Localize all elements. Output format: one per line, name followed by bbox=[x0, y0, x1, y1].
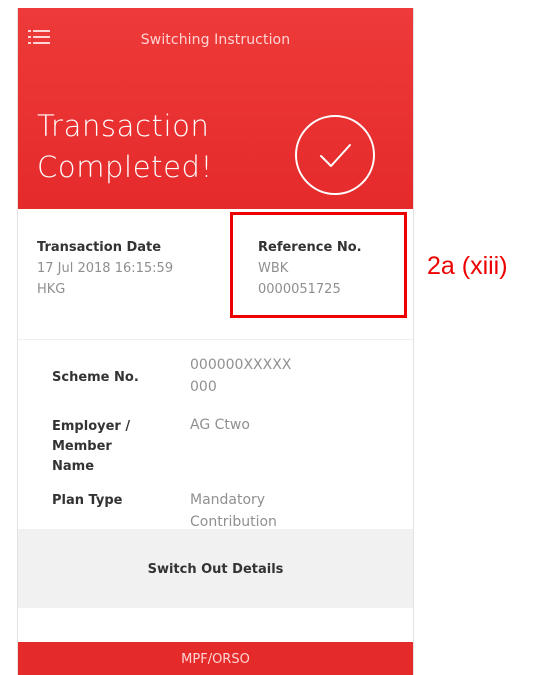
reference-highlight-box bbox=[230, 212, 407, 318]
annotation-label: 2a (xiii) bbox=[427, 252, 508, 280]
employer-label-line-1: Employer / bbox=[52, 419, 131, 434]
app-screen: Switching Instruction Transaction Comple… bbox=[17, 8, 414, 675]
mpf-orso-tab[interactable]: MPF/ORSO bbox=[18, 642, 413, 675]
transaction-date-line-2: HKG bbox=[37, 282, 66, 297]
employer-label-line-2: Member bbox=[52, 439, 112, 454]
scheme-no-line-1: 000000XXXXX bbox=[190, 357, 292, 373]
employer-label-line-3: Name bbox=[52, 459, 95, 474]
checkmark-circle-icon bbox=[295, 115, 375, 195]
plan-type-value: Mandatory Contribution bbox=[190, 489, 390, 533]
plan-type-label: Plan Type bbox=[52, 493, 123, 508]
status-line-2: Completed! bbox=[37, 150, 213, 184]
scheme-no-value: 000000XXXXX 000 bbox=[190, 354, 390, 398]
transaction-status: Transaction Completed! bbox=[37, 106, 213, 188]
transaction-date-value: 17 Jul 2018 16:15:59 HKG bbox=[37, 258, 173, 300]
scheme-no-label: Scheme No. bbox=[52, 370, 139, 385]
switch-out-details-button[interactable]: Switch Out Details bbox=[18, 529, 413, 609]
employer-member-name-label: Employer / Member Name bbox=[52, 417, 162, 477]
transaction-date-label: Transaction Date bbox=[37, 240, 162, 255]
header-banner: Switching Instruction Transaction Comple… bbox=[18, 8, 413, 209]
employer-member-name-value: AG Ctwo bbox=[190, 417, 250, 433]
transaction-date-line-1: 17 Jul 2018 16:15:59 bbox=[37, 261, 174, 276]
page-title: Switching Instruction bbox=[140, 32, 291, 48]
plan-type-line-1: Mandatory bbox=[190, 492, 266, 508]
scheme-no-line-2: 000 bbox=[190, 379, 217, 395]
scheme-details: Scheme No. 000000XXXXX 000 Employer / Me… bbox=[18, 339, 413, 530]
status-line-1: Transaction bbox=[37, 109, 210, 143]
